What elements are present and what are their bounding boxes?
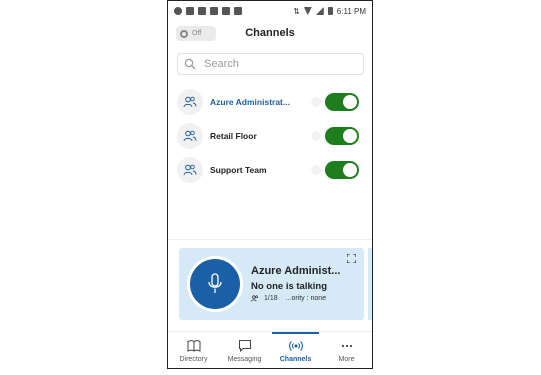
screenshot-icon — [234, 7, 242, 15]
expand-icon[interactable] — [347, 254, 356, 263]
bottom-tab-bar: Directory Messaging Channels More — [168, 331, 372, 368]
tab-channels[interactable]: Channels — [270, 332, 321, 368]
group-icon — [183, 130, 197, 142]
tab-label: Channels — [279, 356, 312, 363]
tab-label: Messaging — [227, 356, 262, 363]
radio-icon — [288, 341, 303, 351]
channel-name: Support Team — [210, 165, 267, 175]
push-to-talk-button[interactable] — [190, 259, 240, 309]
bag-icon — [198, 7, 206, 15]
clock: 6:11 PM — [336, 6, 366, 16]
talk-status: No one is talking — [251, 281, 328, 292]
tab-directory[interactable]: Directory — [168, 332, 219, 368]
tab-messaging[interactable]: Messaging — [219, 332, 270, 368]
image-icon — [186, 7, 194, 15]
channel-toggle[interactable] — [325, 127, 359, 145]
channel-row[interactable]: Azure Administrat... — [177, 88, 367, 116]
more-icon — [341, 344, 352, 348]
data-icon: ⇅ — [293, 6, 300, 16]
microphone-icon — [208, 273, 222, 293]
battery-icon — [327, 7, 333, 15]
channel-avatar — [177, 123, 203, 149]
next-card-peek[interactable] — [368, 248, 372, 320]
tab-label: Directory — [179, 356, 208, 363]
notification-icons — [174, 7, 242, 15]
chat-icon — [238, 340, 251, 353]
channel-avatar — [177, 89, 203, 115]
channel-toggle[interactable] — [325, 161, 359, 179]
app-header: Off Channels — [168, 23, 372, 45]
tab-more[interactable]: More — [321, 332, 372, 368]
member-count: 1/18 — [264, 295, 278, 302]
push-to-talk-ring — [187, 256, 243, 312]
channel-name: Azure Administrat... — [210, 97, 290, 107]
status-bar: ⇅ 6:11 PM — [168, 1, 372, 21]
toggle-shadow — [311, 97, 321, 107]
page-title: Channels — [245, 27, 295, 39]
card-channel-name: Azure Administ... — [251, 265, 341, 277]
search-placeholder: Search — [204, 58, 239, 70]
group-icon — [183, 164, 197, 176]
channel-row[interactable]: Support Team — [177, 156, 367, 184]
system-icons: ⇅ 6:11 PM — [293, 7, 366, 16]
notification-icon — [174, 7, 182, 15]
channel-avatar — [177, 157, 203, 183]
signal-icon — [315, 7, 324, 15]
search-input[interactable]: Search — [177, 53, 364, 75]
card-meta: 1/18 ...ority : none — [251, 295, 326, 302]
channel-toggle[interactable] — [325, 93, 359, 111]
wifi-icon — [303, 7, 312, 15]
square-icon — [210, 7, 218, 15]
channel-row[interactable]: Retail Floor — [177, 122, 367, 150]
android-icon — [222, 7, 230, 15]
channel-name: Retail Floor — [210, 131, 257, 141]
toggle-shadow — [311, 165, 321, 175]
toggle-shadow — [311, 131, 321, 141]
phone-screen: ⇅ 6:11 PM Off Channels Search Azure Admi… — [167, 0, 373, 369]
search-icon — [184, 58, 196, 70]
priority-text: ...ority : none — [285, 295, 327, 302]
active-channel-card[interactable]: Azure Administ... No one is talking 1/18… — [179, 248, 364, 320]
book-icon — [187, 340, 200, 352]
members-icon — [251, 295, 259, 302]
tab-label: More — [338, 356, 355, 363]
group-icon — [183, 96, 197, 108]
